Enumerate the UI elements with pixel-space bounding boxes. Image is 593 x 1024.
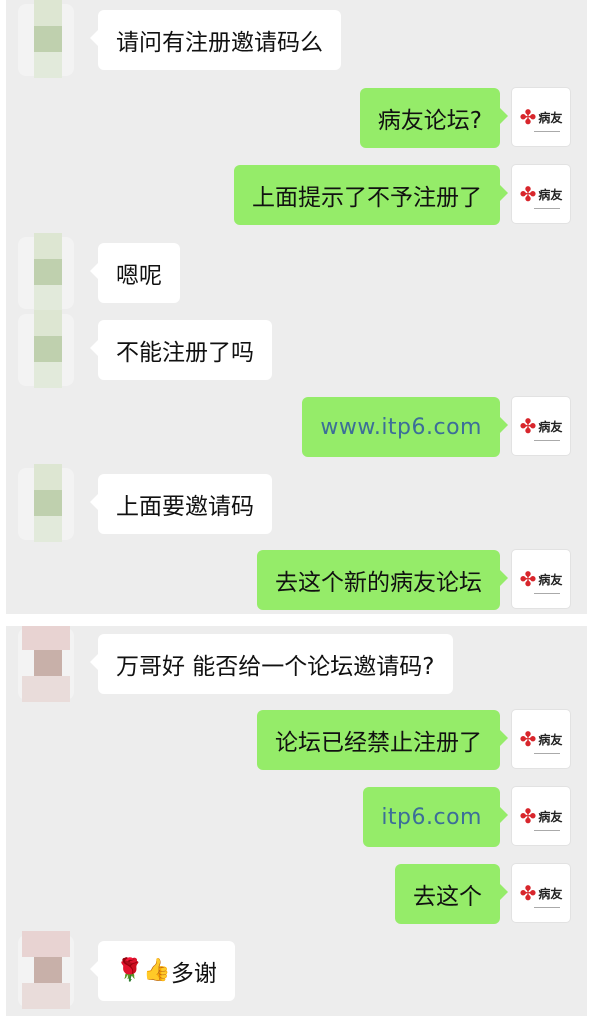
contact-avatar[interactable] <box>18 233 74 313</box>
message-link[interactable]: itp6.com <box>381 805 482 830</box>
message-row: 去这个 ✤ 病友 <box>6 864 587 924</box>
logo-text: 病友 <box>538 809 563 824</box>
message-row: 不能注册了吗 <box>6 310 587 388</box>
contact-avatar[interactable] <box>18 0 74 80</box>
heart-cross-logo-icon: ✤ <box>519 182 537 206</box>
message-text: 嗯呢 <box>116 263 162 289</box>
contact-avatar[interactable] <box>18 464 74 544</box>
message-row: itp6.com ✤ 病友 <box>6 787 587 847</box>
outgoing-message-bubble[interactable]: 病友论坛? <box>359 88 509 148</box>
incoming-message-bubble[interactable]: 万哥好 能否给一个论坛邀请码? <box>90 634 453 694</box>
message-row: 病友论坛? ✤ 病友 <box>6 88 587 148</box>
message-text: 万哥好 能否给一个论坛邀请码? <box>116 654 435 680</box>
message-row: 万哥好 能否给一个论坛邀请码? <box>6 626 587 702</box>
message-text: 病友论坛? <box>377 108 482 134</box>
contact-avatar[interactable] <box>18 931 74 1011</box>
thumbs-up-emoji: 👍 <box>143 958 171 983</box>
message-text: 去这个新的病友论坛 <box>275 570 482 596</box>
message-row: 去这个新的病友论坛 ✤ 病友 <box>6 550 587 610</box>
message-row: 嗯呢 <box>6 233 587 311</box>
incoming-message-bubble[interactable]: 🌹 👍 多谢 <box>90 941 235 1001</box>
message-row: 上面要邀请码 <box>6 464 587 542</box>
logo-text: 病友 <box>538 110 563 125</box>
heart-cross-logo-icon: ✤ <box>519 414 537 438</box>
rose-emoji: 🌹 <box>116 958 144 983</box>
message-row: 🌹 👍 多谢 <box>6 931 587 1009</box>
chat-panel-bottom: 万哥好 能否给一个论坛邀请码? 论坛已经禁止注册了 ✤ 病友 itp6.com ✤… <box>6 626 587 1016</box>
incoming-message-bubble[interactable]: 上面要邀请码 <box>90 474 272 534</box>
outgoing-message-bubble[interactable]: 论坛已经禁止注册了 <box>257 710 508 770</box>
incoming-message-bubble[interactable]: 嗯呢 <box>90 243 180 303</box>
logo-text: 病友 <box>538 732 563 747</box>
outgoing-message-bubble[interactable]: www.itp6.com <box>302 397 508 457</box>
own-avatar[interactable]: ✤ 病友 <box>512 787 570 845</box>
message-text: 上面提示了不予注册了 <box>252 185 482 211</box>
message-text: 请问有注册邀请码么 <box>116 30 323 56</box>
message-text: 多谢 <box>170 961 217 987</box>
message-row: 论坛已经禁止注册了 ✤ 病友 <box>6 710 587 770</box>
contact-avatar[interactable] <box>18 626 74 704</box>
outgoing-message-bubble[interactable]: 去这个新的病友论坛 <box>257 550 508 610</box>
heart-cross-logo-icon: ✤ <box>519 804 537 828</box>
outgoing-message-bubble[interactable]: 去这个 <box>395 864 508 924</box>
heart-cross-logo-icon: ✤ <box>519 105 537 129</box>
message-row: 上面提示了不予注册了 ✤ 病友 <box>6 165 587 225</box>
own-avatar[interactable]: ✤ 病友 <box>512 710 570 768</box>
message-text: 上面要邀请码 <box>116 494 254 520</box>
logo-text: 病友 <box>538 886 563 901</box>
logo-text: 病友 <box>538 419 563 434</box>
message-text: 论坛已经禁止注册了 <box>275 730 482 756</box>
heart-cross-logo-icon: ✤ <box>519 567 537 591</box>
logo-text: 病友 <box>538 187 563 202</box>
message-text: 不能注册了吗 <box>116 340 254 366</box>
message-text: 去这个 <box>413 884 482 910</box>
incoming-message-bubble[interactable]: 不能注册了吗 <box>90 320 272 380</box>
outgoing-message-bubble[interactable]: 上面提示了不予注册了 <box>234 165 508 225</box>
message-link[interactable]: www.itp6.com <box>320 415 482 440</box>
contact-avatar[interactable] <box>18 310 74 390</box>
own-avatar[interactable]: ✤ 病友 <box>512 864 570 922</box>
own-avatar[interactable]: ✤ 病友 <box>512 397 570 455</box>
own-avatar[interactable]: ✤ 病友 <box>512 550 570 608</box>
heart-cross-logo-icon: ✤ <box>519 881 537 905</box>
own-avatar[interactable]: ✤ 病友 <box>512 88 570 146</box>
message-row: www.itp6.com ✤ 病友 <box>6 397 587 457</box>
incoming-message-bubble[interactable]: 请问有注册邀请码么 <box>90 10 341 70</box>
heart-cross-logo-icon: ✤ <box>519 727 537 751</box>
outgoing-message-bubble[interactable]: itp6.com <box>363 787 508 847</box>
logo-text: 病友 <box>538 572 563 587</box>
own-avatar[interactable]: ✤ 病友 <box>512 165 570 223</box>
message-row: 请问有注册邀请码么 <box>6 0 587 78</box>
chat-panel-top: 请问有注册邀请码么 病友论坛? ✤ 病友 上面提示了不予注册了 ✤ 病友 嗯呢 不能… <box>6 0 587 614</box>
